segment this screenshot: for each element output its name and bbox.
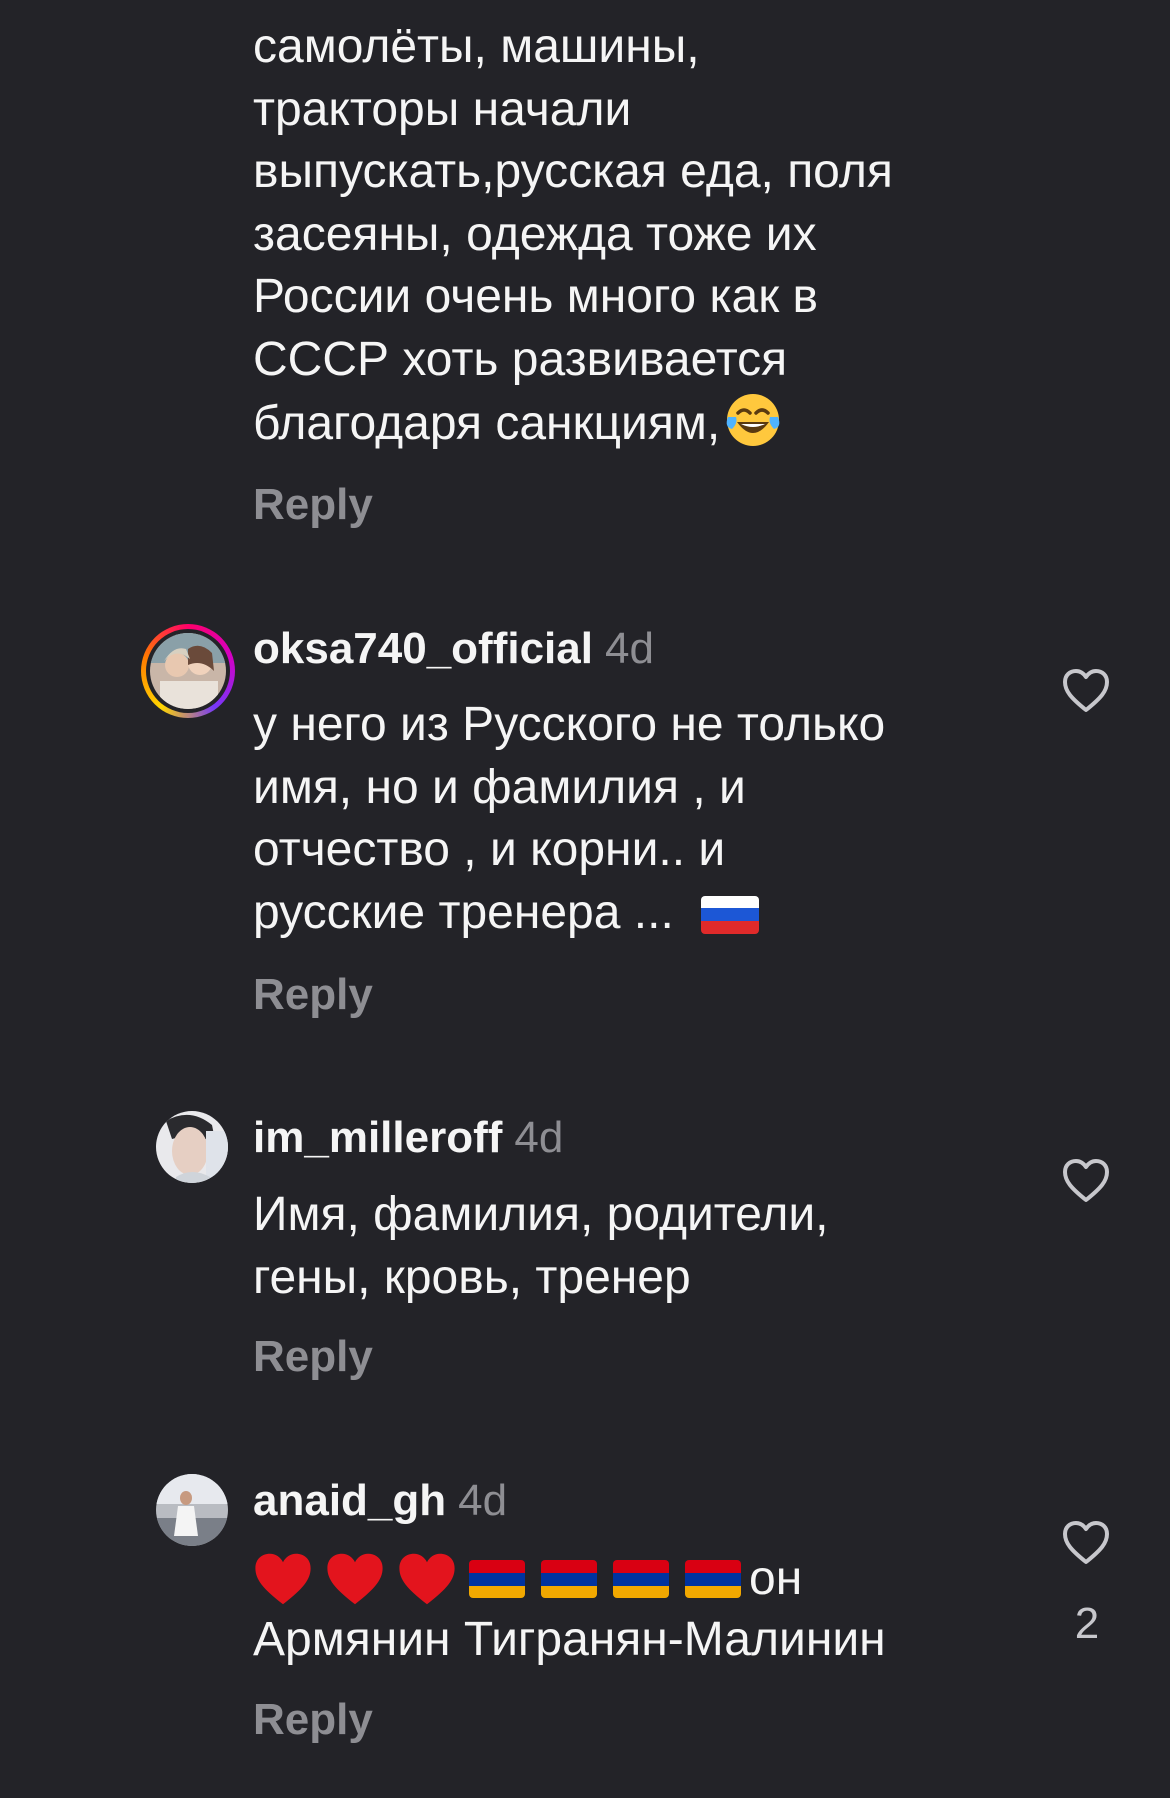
russia-flag-icon (701, 895, 760, 934)
comment-line: засеяны, одежда тоже их (253, 207, 817, 261)
comment-header: oksa740_official 4d (253, 624, 654, 674)
like-count: 2 (1074, 1599, 1100, 1648)
armenia-flag-icon (685, 1560, 741, 1599)
avatar-photo-icon (150, 633, 226, 709)
armenia-flag-icon (613, 1560, 669, 1599)
laughing-tears-emoji-icon (726, 394, 780, 446)
comment-text: самолёты, машины, тракторы начали выпуск… (253, 16, 1013, 456)
avatar-photo-icon (156, 1474, 228, 1546)
comment-line: у него из Русского не только (253, 698, 886, 751)
comment-line: гены, кровь, тренер (253, 1250, 691, 1304)
red-heart-icon (255, 1554, 311, 1605)
heart-like-icon[interactable] (1061, 666, 1111, 716)
comment-header: anaid_gh 4d (253, 1476, 507, 1526)
reply-button[interactable]: Reply (253, 970, 373, 1020)
comment-line: России очень много как в (253, 270, 819, 323)
comment-line: он (749, 1552, 803, 1606)
username[interactable]: im_milleroff (253, 1113, 502, 1162)
username[interactable]: anaid_gh (253, 1476, 446, 1525)
red-heart-icon (327, 1554, 383, 1605)
timestamp: 4d (458, 1476, 508, 1525)
heart-like-icon[interactable] (1061, 1518, 1111, 1568)
timestamp: 4d (604, 624, 654, 673)
comment-line: тракторы начали (253, 82, 632, 136)
timestamp: 4d (514, 1113, 564, 1162)
armenia-flag-icon (469, 1560, 525, 1599)
comment-text: у него из Русского не только имя, но и ф… (253, 694, 1013, 944)
comment-line: выпускать,русская еда, поля (253, 145, 893, 198)
avatar[interactable] (156, 1111, 228, 1183)
comment-line: СССР хоть развивается (253, 332, 788, 386)
comment-line: Армянин Тигранян-Малинин (253, 1612, 886, 1666)
avatar[interactable] (156, 1474, 228, 1546)
comment-text: Имя, фамилия, родители, гены, кровь, тре… (253, 1184, 1013, 1309)
reply-button[interactable]: Reply (253, 1332, 373, 1382)
comment-line: отчество , и корни.. и (253, 823, 726, 876)
comment-line-last: благодаря санкциям, (253, 391, 1013, 456)
comment-line: имя, но и фамилия , и (253, 760, 746, 814)
comment-header: im_milleroff 4d (253, 1113, 563, 1163)
comment-line-emoji: он (253, 1546, 1013, 1609)
comment-text: он Армянин Тигранян-Малинин (253, 1546, 1013, 1671)
comment-line: русские тренера ... (253, 885, 674, 939)
avatar (150, 633, 226, 709)
reply-button[interactable]: Reply (253, 1695, 373, 1745)
comment-line: благодаря санкциям, (253, 397, 721, 450)
avatar-photo-icon (156, 1111, 228, 1183)
username[interactable]: oksa740_official (253, 624, 593, 673)
reply-button[interactable]: Reply (253, 480, 373, 530)
armenia-flag-icon (541, 1560, 597, 1599)
red-heart-icon (399, 1554, 455, 1605)
comment-line: самолёты, машины, (253, 20, 700, 73)
comment-line-last: русские тренера ... (253, 882, 1013, 945)
story-ring[interactable] (141, 624, 235, 718)
heart-like-icon[interactable] (1061, 1156, 1111, 1206)
comment-line: Имя, фамилия, родители, (253, 1188, 829, 1241)
